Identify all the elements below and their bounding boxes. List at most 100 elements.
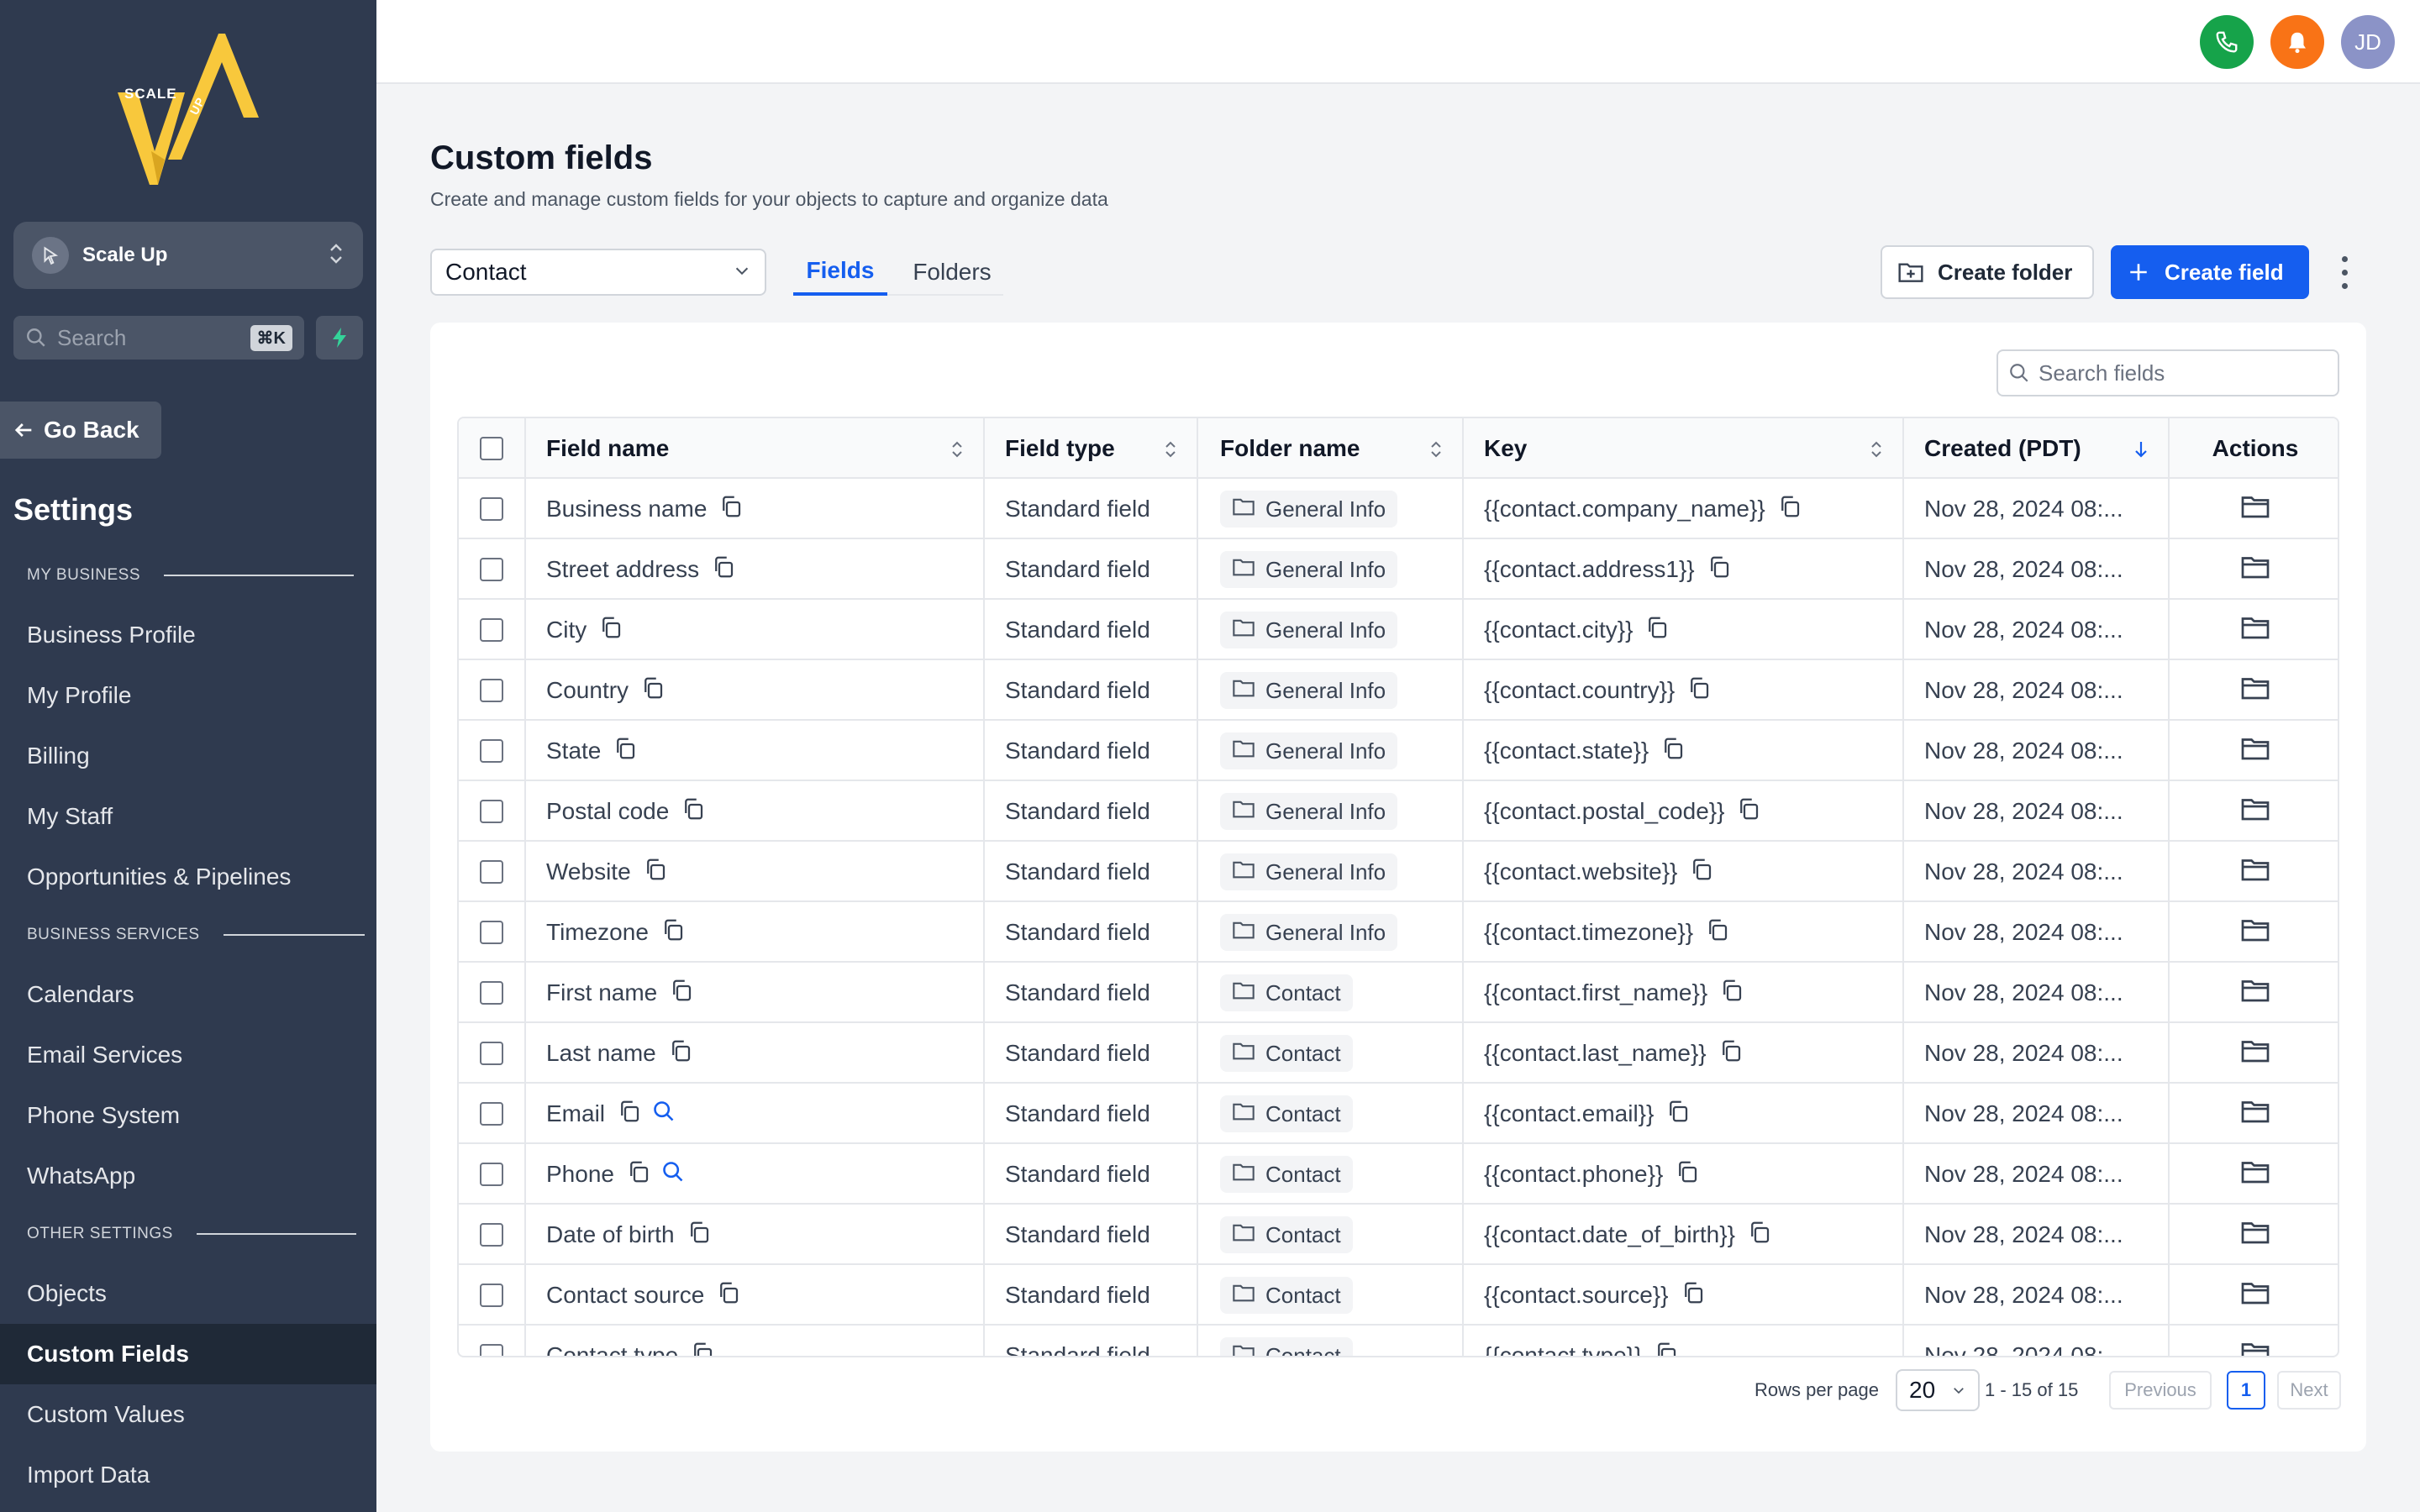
table-row[interactable]: First name Standard field Contact {{contact…: [459, 963, 2338, 1023]
user-avatar[interactable]: JD: [2341, 15, 2395, 69]
table-row[interactable]: City Standard field General Info {{contact.…: [459, 600, 2338, 660]
row-checkbox[interactable]: [480, 981, 503, 1005]
move-to-folder-icon[interactable]: [2240, 1159, 2270, 1190]
sidebar-item-custom-fields[interactable]: Custom Fields: [0, 1324, 376, 1384]
move-to-folder-icon[interactable]: [2240, 978, 2270, 1009]
header-created[interactable]: Created (PDT): [1904, 418, 2170, 479]
copy-icon[interactable]: [1736, 796, 1761, 827]
move-to-folder-icon[interactable]: [2240, 1220, 2270, 1251]
row-checkbox[interactable]: [480, 1284, 503, 1307]
copy-icon[interactable]: [1644, 615, 1670, 646]
phone-button[interactable]: [2200, 15, 2254, 69]
copy-icon[interactable]: [1675, 1159, 1700, 1190]
copy-icon[interactable]: [718, 494, 744, 525]
create-folder-button[interactable]: Create folder: [1881, 245, 2094, 299]
sidebar-item-my-staff[interactable]: My Staff: [0, 786, 376, 847]
row-checkbox[interactable]: [480, 1163, 503, 1186]
page-number-button[interactable]: 1: [2227, 1371, 2265, 1410]
move-to-folder-icon[interactable]: [2240, 494, 2270, 525]
table-row[interactable]: Phone Standard field Contact {{contact.phon…: [459, 1144, 2338, 1205]
create-field-button[interactable]: Create field: [2111, 245, 2309, 299]
row-checkbox[interactable]: [480, 618, 503, 642]
table-row[interactable]: Contact source Standard field Contact {{con…: [459, 1265, 2338, 1326]
move-to-folder-icon[interactable]: [2240, 796, 2270, 827]
copy-icon[interactable]: [716, 1280, 741, 1311]
copy-icon[interactable]: [1747, 1220, 1772, 1251]
scale-up-logo[interactable]: SCALE UP: [118, 34, 260, 185]
sidebar-item-opportunities-pipelines[interactable]: Opportunities & Pipelines: [0, 847, 376, 907]
copy-icon[interactable]: [1660, 736, 1686, 767]
quick-actions-button[interactable]: [316, 316, 363, 360]
copy-icon[interactable]: [1777, 494, 1802, 525]
move-to-folder-icon[interactable]: [2240, 615, 2270, 646]
copy-icon[interactable]: [640, 675, 666, 706]
copy-icon[interactable]: [668, 1038, 693, 1069]
copy-icon[interactable]: [613, 736, 638, 767]
copy-icon[interactable]: [626, 1159, 651, 1190]
tab-fields[interactable]: Fields: [793, 249, 887, 296]
sidebar-item-objects[interactable]: Objects: [0, 1263, 376, 1324]
table-row[interactable]: Country Standard field General Info {{conta…: [459, 660, 2338, 721]
tab-folders[interactable]: Folders: [901, 249, 1003, 296]
header-folder-name[interactable]: Folder name: [1198, 418, 1464, 479]
copy-icon[interactable]: [1689, 857, 1714, 888]
move-to-folder-icon[interactable]: [2240, 1280, 2270, 1311]
move-to-folder-icon[interactable]: [2240, 554, 2270, 585]
table-row[interactable]: Last name Standard field Contact {{contact.…: [459, 1023, 2338, 1084]
copy-icon[interactable]: [1654, 1341, 1679, 1356]
row-checkbox[interactable]: [480, 921, 503, 944]
table-row[interactable]: Street address Standard field General Info…: [459, 539, 2338, 600]
table-row[interactable]: Postal code Standard field General Info {{c…: [459, 781, 2338, 842]
header-field-type[interactable]: Field type: [985, 418, 1198, 479]
sidebar-item-import-data[interactable]: Import Data: [0, 1445, 376, 1505]
copy-icon[interactable]: [1686, 675, 1712, 706]
select-all-checkbox[interactable]: [480, 437, 503, 460]
copy-icon[interactable]: [1718, 1038, 1744, 1069]
sidebar-item-calendars[interactable]: Calendars: [0, 964, 376, 1025]
row-checkbox[interactable]: [480, 558, 503, 581]
table-row[interactable]: Timezone Standard field General Info {{cont…: [459, 902, 2338, 963]
copy-icon[interactable]: [690, 1341, 715, 1356]
copy-icon[interactable]: [643, 857, 668, 888]
table-row[interactable]: Date of birth Standard field Contact {{cont…: [459, 1205, 2338, 1265]
go-back-button[interactable]: Go Back: [0, 402, 161, 459]
copy-icon[interactable]: [617, 1099, 642, 1130]
move-to-folder-icon[interactable]: [2240, 736, 2270, 767]
table-row[interactable]: Contact type Standard field Contact {{conta…: [459, 1326, 2338, 1356]
location-switcher[interactable]: Scale Up: [13, 222, 363, 289]
copy-icon[interactable]: [1707, 554, 1732, 585]
copy-icon[interactable]: [1681, 1280, 1706, 1311]
move-to-folder-icon[interactable]: [2240, 1099, 2270, 1130]
object-select[interactable]: Contact: [430, 249, 766, 296]
copy-icon[interactable]: [1665, 1099, 1691, 1130]
header-key[interactable]: Key: [1464, 418, 1904, 479]
row-checkbox[interactable]: [480, 860, 503, 884]
row-checkbox[interactable]: [480, 800, 503, 823]
sidebar-item-billing[interactable]: Billing: [0, 726, 376, 786]
sidebar-item-my-profile[interactable]: My Profile: [0, 665, 376, 726]
sidebar-item-custom-values[interactable]: Custom Values: [0, 1384, 376, 1445]
notifications-button[interactable]: [2270, 15, 2324, 69]
row-checkbox[interactable]: [480, 679, 503, 702]
row-checkbox[interactable]: [480, 1344, 503, 1356]
row-checkbox[interactable]: [480, 1042, 503, 1065]
copy-icon[interactable]: [598, 615, 623, 646]
copy-icon[interactable]: [660, 917, 686, 948]
sidebar-item-whatsapp[interactable]: WhatsApp: [0, 1146, 376, 1206]
next-page-button[interactable]: Next: [2277, 1371, 2341, 1410]
move-to-folder-icon[interactable]: [2240, 675, 2270, 706]
move-to-folder-icon[interactable]: [2240, 1341, 2270, 1356]
copy-icon[interactable]: [681, 796, 706, 827]
table-row[interactable]: State Standard field General Info {{contact…: [459, 721, 2338, 781]
sidebar-item-email-services[interactable]: Email Services: [0, 1025, 376, 1085]
sidebar-item-business-profile[interactable]: Business Profile: [0, 605, 376, 665]
sidebar-item-phone-system[interactable]: Phone System: [0, 1085, 376, 1146]
copy-icon[interactable]: [711, 554, 736, 585]
previous-page-button[interactable]: Previous: [2109, 1371, 2212, 1410]
copy-icon[interactable]: [687, 1220, 712, 1251]
more-options-icon[interactable]: [2331, 252, 2358, 292]
copy-icon[interactable]: [1705, 917, 1730, 948]
move-to-folder-icon[interactable]: [2240, 857, 2270, 888]
search-fields-input[interactable]: Search fields: [1996, 349, 2339, 396]
row-checkbox[interactable]: [480, 739, 503, 763]
